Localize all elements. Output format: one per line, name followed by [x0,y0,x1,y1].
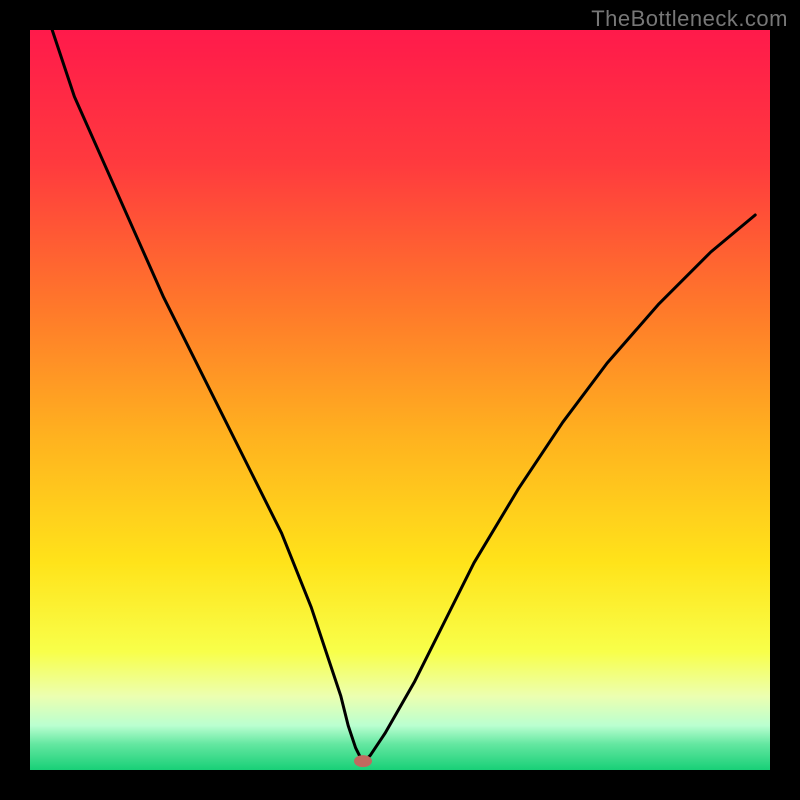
bottleneck-chart: TheBottleneck.com [0,0,800,800]
chart-canvas [0,0,800,800]
optimal-point-marker [354,755,372,767]
chart-background [30,30,770,770]
watermark-text: TheBottleneck.com [591,6,788,32]
